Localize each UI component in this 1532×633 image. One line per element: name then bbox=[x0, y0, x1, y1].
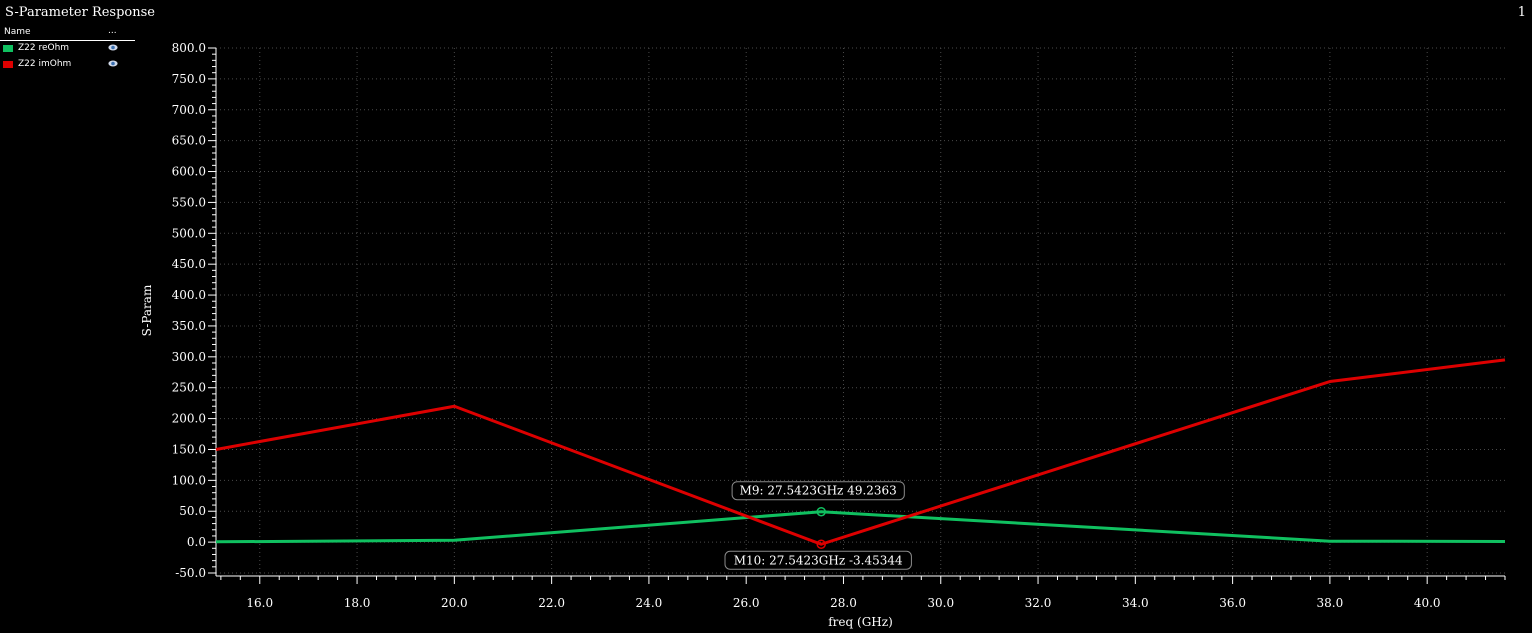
marker-label: M9: 27.5423GHz 49.2363 bbox=[740, 484, 897, 498]
x-tick-label: 18.0 bbox=[344, 596, 371, 610]
x-tick-label: 40.0 bbox=[1414, 596, 1441, 610]
x-tick-label: 38.0 bbox=[1317, 596, 1344, 610]
y-tick-label: 250.0 bbox=[172, 381, 206, 395]
x-tick-label: 16.0 bbox=[246, 596, 273, 610]
y-tick-label: 400.0 bbox=[172, 288, 206, 302]
y-axis-label: S-Param bbox=[140, 284, 154, 336]
series-line-z22-re bbox=[215, 510, 1506, 544]
y-tick-label: 750.0 bbox=[172, 72, 206, 86]
y-tick-label: 450.0 bbox=[172, 257, 206, 271]
x-tick-label: 32.0 bbox=[1025, 596, 1052, 610]
y-tick-label: 350.0 bbox=[172, 319, 206, 333]
x-tick-label: 20.0 bbox=[441, 596, 468, 610]
y-tick-label: 800.0 bbox=[172, 41, 206, 55]
y-tick-label: 50.0 bbox=[179, 504, 206, 518]
x-tick-label: 24.0 bbox=[636, 596, 663, 610]
y-tick-label: 700.0 bbox=[172, 103, 206, 117]
y-tick-label: 200.0 bbox=[172, 412, 206, 426]
x-tick-label: 36.0 bbox=[1219, 596, 1246, 610]
y-tick-label: 500.0 bbox=[172, 226, 206, 240]
x-tick-label: 26.0 bbox=[733, 596, 760, 610]
marker-point-center bbox=[819, 510, 823, 514]
y-tick-label: 0.0 bbox=[187, 535, 206, 549]
chart-area: -50.0 0.0 50.0 100.0 150.0 200.0 250.0 300.0 350… bbox=[140, 41, 1506, 629]
x-tick-label: 22.0 bbox=[538, 596, 565, 610]
x-axis-label: freq (GHz) bbox=[828, 615, 893, 629]
marker-label: M10: 27.5423GHz -3.45344 bbox=[734, 553, 903, 567]
y-tick-label: 600.0 bbox=[172, 165, 206, 179]
x-tick-label: 28.0 bbox=[830, 596, 857, 610]
x-tick-label: 34.0 bbox=[1122, 596, 1149, 610]
y-tick-label: 150.0 bbox=[172, 442, 206, 456]
marker-point-center bbox=[819, 542, 823, 546]
y-tick-label: -50.0 bbox=[175, 566, 206, 580]
y-tick-label: 550.0 bbox=[172, 195, 206, 209]
x-tick-label: 30.0 bbox=[927, 596, 954, 610]
y-tick-label: 300.0 bbox=[172, 350, 206, 364]
y-tick-label: 650.0 bbox=[172, 134, 206, 148]
y-tick-label: 100.0 bbox=[172, 473, 206, 487]
